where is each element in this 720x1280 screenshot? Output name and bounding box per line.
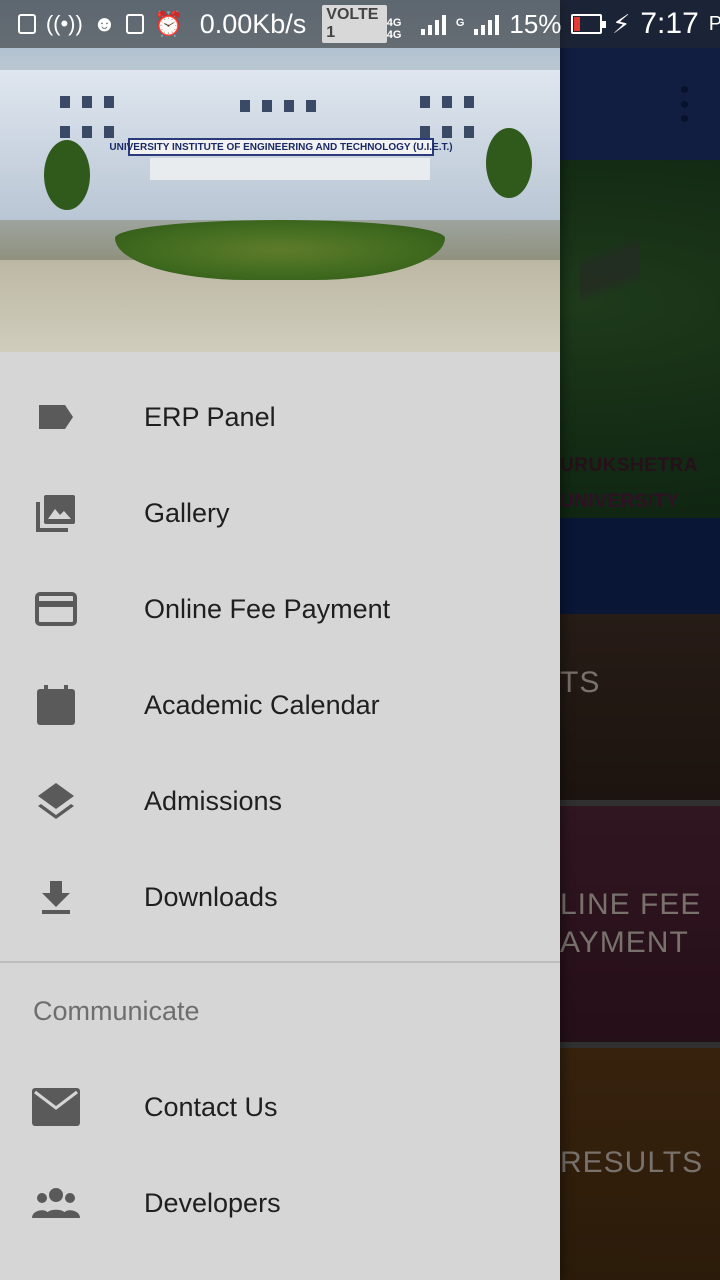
mail-icon [32,1083,80,1131]
menu-item-gallery[interactable]: Gallery [0,465,560,561]
drawer-scrim[interactable] [560,48,720,1280]
hotspot-icon: ((•)) [45,11,83,36]
menu-item-erp-panel[interactable]: ERP Panel [0,369,560,465]
calendar-icon [32,681,80,729]
photo-library-icon [32,489,80,537]
network-speed: 0.00Kb/s [199,8,307,39]
credit-card-icon [32,585,80,633]
drawer-header-image: UNIVERSITY INSTITUTE OF ENGINEERING AND … [0,0,560,352]
building-sign: UNIVERSITY INSTITUTE OF ENGINEERING AND … [109,138,453,156]
clock-ampm: PM [708,12,720,35]
download-icon [32,873,80,921]
alarm-icon: ⏰ [153,10,184,38]
battery-percent: 15% [509,8,562,39]
menu-item-developers[interactable]: Developers [0,1155,560,1251]
label-tag-icon [32,393,80,441]
menu-item-downloads[interactable]: Downloads [0,849,560,945]
layers-icon [32,777,80,825]
menu-item-online-fee-payment[interactable]: Online Fee Payment [0,561,560,657]
drawer-menu: ERP Panel Gallery Online Fee Payment Aca… [0,352,560,1251]
navigation-drawer: UNIVERSITY INSTITUTE OF ENGINEERING AND … [0,0,560,1280]
signal-1-icon [420,13,446,35]
menu-item-contact-us[interactable]: Contact Us [0,1059,560,1155]
signal-2-icon [474,13,500,35]
volte-badge: VOLTE 1 [322,5,387,43]
charging-icon: ⚡ [612,8,631,39]
clock: 7:17 [640,7,699,40]
menu-item-admissions[interactable]: Admissions [0,753,560,849]
menu-item-academic-calendar[interactable]: Academic Calendar [0,657,560,753]
android-icon: ☻ [92,11,116,36]
image-notification-icon [18,14,36,34]
screenshot-icon [125,14,144,34]
network-type-1: 4G 4G [386,17,402,41]
network-type-2: G [455,17,465,29]
status-bar: ((•)) ☻ ⏰ 0.00Kb/s VOLTE 1 4G 4G G 15% ⚡… [0,0,720,48]
section-title-communicate: Communicate [33,995,200,1026]
battery-icon [571,14,606,34]
group-icon [32,1179,80,1227]
